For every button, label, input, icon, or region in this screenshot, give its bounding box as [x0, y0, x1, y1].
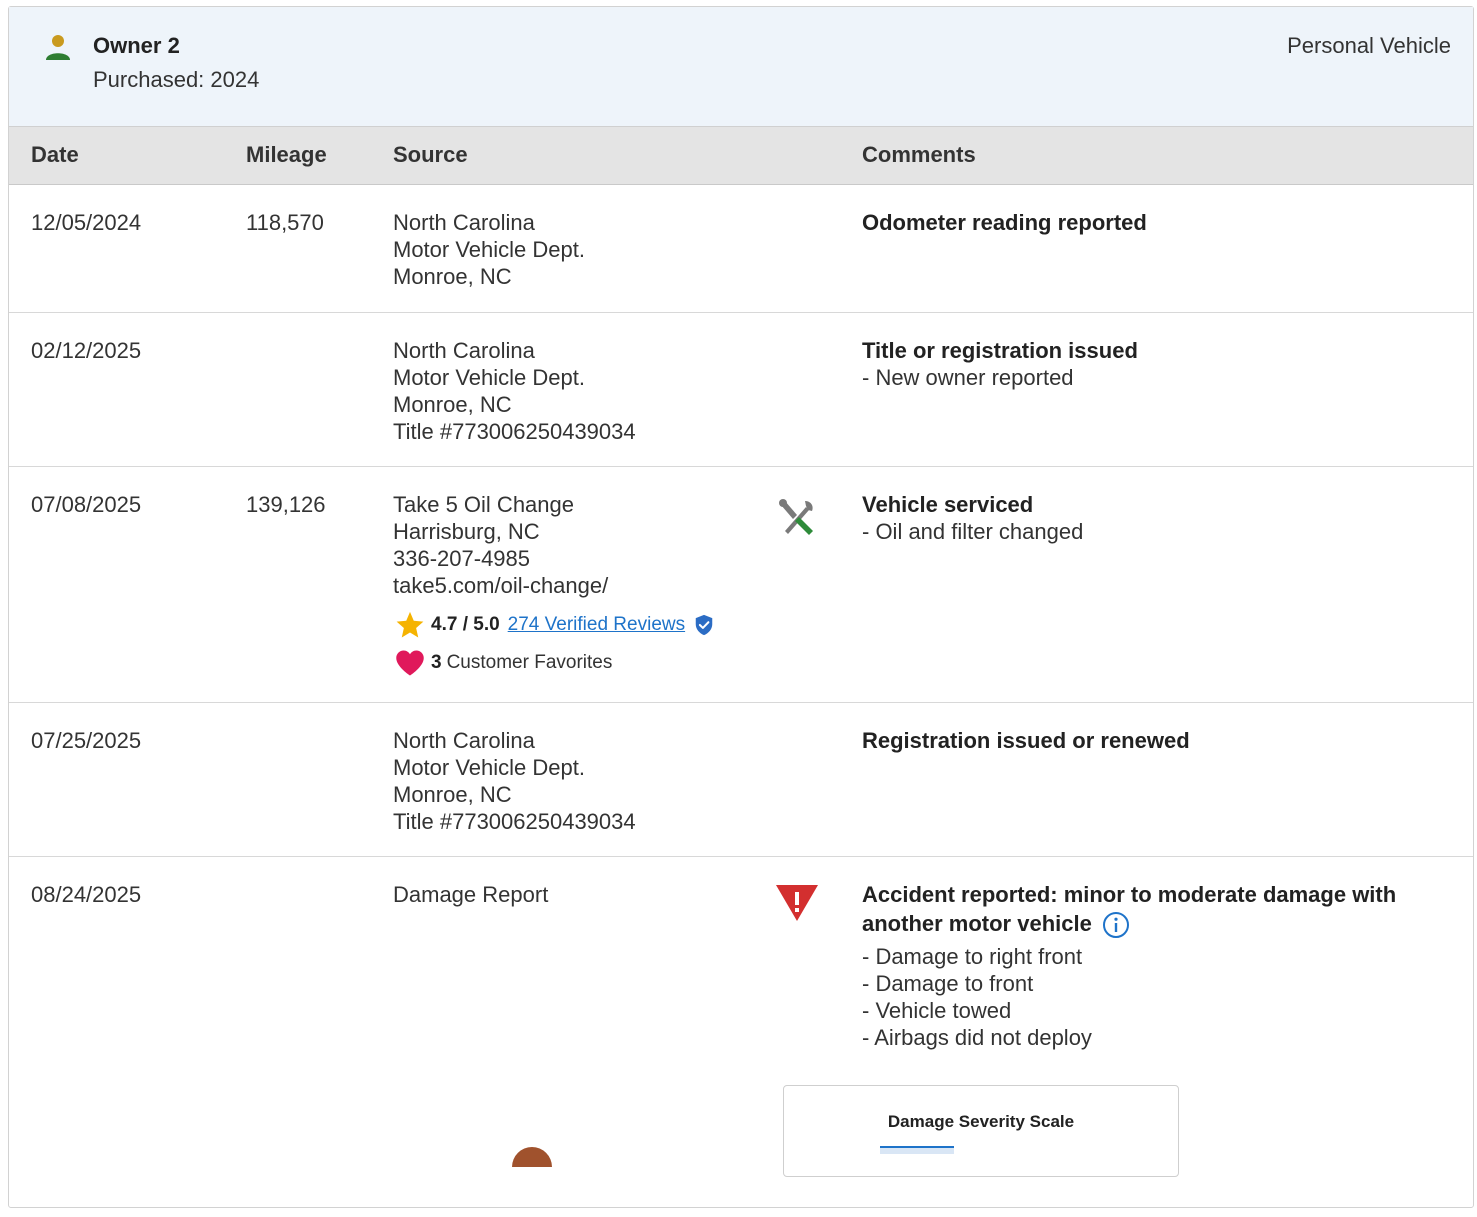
source-line: Title #773006250439034 — [393, 809, 636, 834]
row-source: North Carolina Motor Vehicle Dept. Monro… — [393, 209, 585, 290]
verified-shield-icon — [695, 614, 713, 636]
comment-title: Vehicle serviced — [862, 492, 1034, 517]
owner-history-card: Owner 2 Purchased: 2024 Personal Vehicle… — [8, 6, 1474, 1208]
row-date: 07/25/2025 — [31, 728, 142, 753]
source-line: Monroe, NC — [393, 782, 512, 807]
table-row: 07/08/2025 139,126 Take 5 Oil Change Har… — [9, 467, 1473, 703]
source-line: Motor Vehicle Dept. — [393, 755, 585, 780]
comment-detail: - New owner reported — [862, 365, 1074, 390]
severity-bar — [880, 1146, 954, 1154]
row-comments: Vehicle serviced - Oil and filter change… — [862, 491, 1422, 545]
source-line: Motor Vehicle Dept. — [393, 365, 585, 390]
row-comments: Odometer reading reported — [862, 209, 1422, 236]
warning-triangle-icon — [776, 885, 818, 921]
info-icon[interactable] — [1102, 911, 1130, 939]
comment-detail: - Airbags did not deploy — [862, 1025, 1092, 1051]
row-source: North Carolina Motor Vehicle Dept. Monro… — [393, 727, 636, 835]
row-comments: Accident reported: minor to moderate dam… — [862, 881, 1422, 1051]
comment-title: Accident reported: minor to moderate dam… — [862, 882, 1397, 907]
comment-detail: - Vehicle towed — [862, 998, 1012, 1024]
source-line: Damage Report — [393, 882, 549, 907]
table-row: 02/12/2025 North Carolina Motor Vehicle … — [9, 313, 1473, 467]
row-date: 07/08/2025 — [31, 492, 142, 517]
source-line: 336-207-4985 — [393, 546, 531, 571]
severity-title: Damage Severity Scale — [887, 1112, 1075, 1131]
rating: 4.7 / 5.0 274 Verified Reviews — [395, 609, 715, 641]
header-date: Date — [31, 142, 79, 167]
comment-title: Registration issued or renewed — [862, 728, 1190, 753]
row-date: 12/05/2024 — [31, 210, 142, 235]
rating-score: 4.7 / 5.0 — [431, 614, 500, 635]
favorites-label: Customer Favorites — [446, 652, 613, 673]
source-line: Monroe, NC — [393, 264, 512, 289]
source-line: Monroe, NC — [393, 392, 512, 417]
table-row: 08/24/2025 Damage Report Accident report… — [9, 857, 1473, 1217]
favorites-count: 3 — [431, 652, 442, 673]
comment-title-line: another motor vehicle — [862, 911, 1092, 936]
comment-title: another motor vehicle — [862, 910, 1422, 939]
header-comments: Comments — [862, 142, 976, 167]
comment-title: Odometer reading reported — [862, 210, 1147, 235]
source-line: take5.com/oil-change/ — [393, 573, 609, 598]
damage-severity-scale: Damage Severity Scale — [783, 1085, 1179, 1177]
owner-header: Owner 2 Purchased: 2024 Personal Vehicle — [9, 7, 1473, 127]
source-line: North Carolina — [393, 338, 535, 363]
source-line: Harrisburg, NC — [393, 519, 540, 544]
row-mileage: 118,570 — [246, 210, 324, 235]
star-icon — [396, 611, 424, 638]
customer-favorites: 3 Customer Favorites — [395, 647, 612, 679]
comment-detail: - Damage to right front — [862, 944, 1083, 970]
row-comments: Registration issued or renewed — [862, 727, 1422, 754]
person-icon — [46, 35, 70, 60]
header-mileage: Mileage — [246, 142, 327, 167]
verified-reviews-link[interactable]: 274 Verified Reviews — [508, 614, 685, 636]
row-source: North Carolina Motor Vehicle Dept. Monro… — [393, 337, 636, 445]
vehicle-type: Personal Vehicle — [1287, 33, 1451, 58]
table-row: 12/05/2024 118,570 North Carolina Motor … — [9, 185, 1473, 313]
header-source: Source — [393, 142, 468, 167]
comment-detail: - Damage to front — [862, 971, 1034, 997]
row-source: Take 5 Oil Change Harrisburg, NC 336-207… — [393, 491, 608, 599]
source-line: Take 5 Oil Change — [393, 492, 574, 517]
source-line: Motor Vehicle Dept. — [393, 237, 585, 262]
table-row: 07/25/2025 North Carolina Motor Vehicle … — [9, 703, 1473, 857]
row-mileage: 139,126 — [246, 492, 326, 517]
wrench-screwdriver-icon — [779, 499, 813, 535]
heart-icon — [396, 650, 424, 676]
row-comments: Title or registration issued - New owner… — [862, 337, 1422, 391]
owner-purchased: Purchased: 2024 — [93, 67, 260, 92]
row-source: Damage Report — [393, 881, 548, 908]
source-line: North Carolina — [393, 728, 535, 753]
source-line: North Carolina — [393, 210, 535, 235]
comment-detail: - Oil and filter changed — [862, 519, 1084, 544]
comment-title: Title or registration issued — [862, 338, 1138, 363]
row-date: 08/24/2025 — [31, 882, 142, 907]
owner-name: Owner 2 — [93, 33, 180, 58]
row-date: 02/12/2025 — [31, 338, 142, 363]
table-header: Date Mileage Source Comments — [9, 127, 1473, 185]
source-line: Title #773006250439034 — [393, 419, 636, 444]
